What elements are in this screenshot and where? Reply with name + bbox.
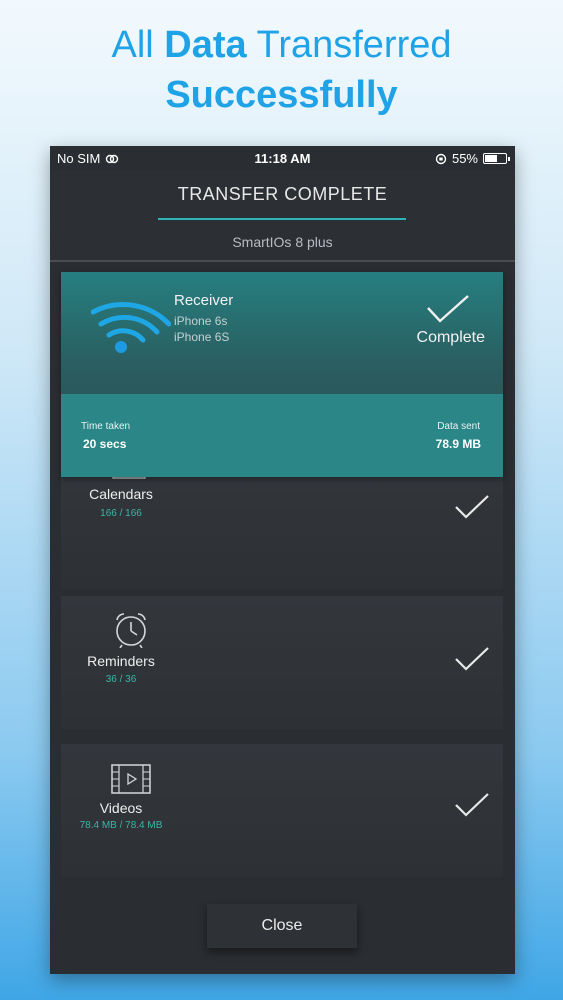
video-icon — [111, 764, 151, 794]
status-bar: No SIM 11:18 AM 55% — [50, 146, 515, 170]
orientation-lock-icon — [435, 153, 447, 164]
headline-word-data: Data — [164, 24, 247, 66]
data-sent-label: Data sent — [437, 421, 480, 432]
item-label: Videos — [99, 800, 143, 816]
alarm-clock-icon — [116, 613, 146, 648]
transfer-stats: Time taken 20 secs Data sent 78.9 MB — [61, 394, 503, 477]
headline-line-2: Successfully — [165, 74, 398, 116]
page-title: TRANSFER COMPLETE — [177, 184, 388, 204]
battery-icon — [483, 153, 510, 164]
receiver-label: Receiver — [174, 292, 234, 309]
item-count: 166 / 166 — [100, 508, 142, 519]
item-count: 36 / 36 — [105, 674, 137, 685]
headline-line-1: All Data Transferred — [0, 20, 563, 70]
check-icon — [427, 295, 469, 323]
data-sent-value: 78.9 MB — [435, 437, 481, 451]
headline-word-all: All — [111, 24, 154, 66]
item-label: Reminders — [87, 653, 155, 669]
check-icon — [455, 647, 489, 671]
headline-word-transferred: Transferred — [256, 24, 452, 66]
promo-headline: All Data Transferred Successfully — [0, 20, 563, 120]
check-icon — [455, 793, 489, 817]
transfer-status: Complete — [416, 329, 485, 346]
time-taken-label: Time taken — [81, 421, 131, 432]
receiver-device-name: iPhone 6S — [174, 330, 230, 344]
battery-percent: 55% — [451, 151, 478, 166]
receiver-device-model: iPhone 6s — [174, 314, 228, 328]
time-taken-value: 20 secs — [83, 437, 127, 451]
wifi-icon — [91, 302, 171, 353]
list-item-videos[interactable]: Videos 78.4 MB / 78.4 MB — [61, 744, 503, 877]
close-button[interactable]: Close — [207, 904, 357, 948]
device-name: SmartIOs 8 plus — [232, 234, 333, 250]
item-label: Calendars — [89, 486, 153, 502]
transfer-header: TRANSFER COMPLETE SmartIOs 8 plus — [50, 170, 515, 262]
title-underline — [158, 218, 406, 220]
check-icon — [455, 495, 489, 519]
phone-screen: No SIM 11:18 AM 55% TRANSFER COMPLETE Sm… — [50, 146, 515, 974]
list-item-reminders[interactable]: Reminders 36 / 36 — [61, 596, 503, 729]
item-count: 78.4 MB / 78.4 MB — [79, 820, 163, 831]
